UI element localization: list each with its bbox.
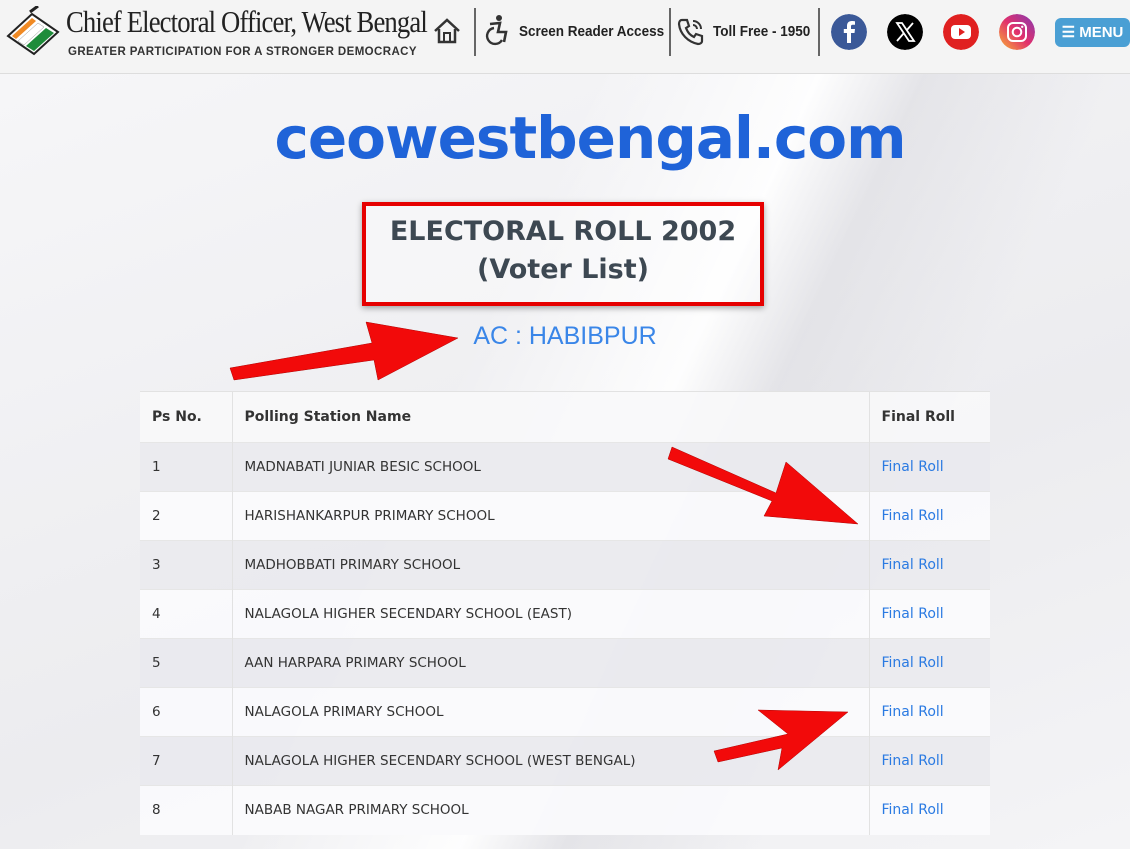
ps-no-cell: 3: [140, 540, 233, 590]
final-roll-link[interactable]: Final Roll: [882, 557, 944, 573]
facebook-icon[interactable]: [831, 14, 867, 50]
table-row: 6 NALAGOLA PRIMARY SCHOOL Final Roll: [140, 687, 990, 737]
toll-free-link[interactable]: Toll Free - 1950: [713, 23, 810, 40]
screen-reader-link[interactable]: Screen Reader Access: [519, 23, 664, 40]
brand-tagline: GREATER PARTICIPATION FOR A STRONGER DEM…: [68, 46, 417, 58]
table-row: 8 NABAB NAGAR PRIMARY SCHOOL Final Roll: [140, 785, 990, 835]
station-name-cell: MADHOBBATI PRIMARY SCHOOL: [232, 540, 870, 590]
ps-no-cell: 6: [140, 687, 233, 737]
final-roll-cell: Final Roll: [869, 442, 990, 492]
station-name-cell: NALAGOLA HIGHER SECENDARY SCHOOL (EAST): [232, 589, 870, 639]
table-row: 5 AAN HARPARA PRIMARY SCHOOL Final Roll: [140, 638, 990, 688]
final-roll-cell: Final Roll: [869, 687, 990, 737]
final-roll-link[interactable]: Final Roll: [882, 606, 944, 622]
page-title: ELECTORAL ROLL 2002: [389, 216, 737, 247]
header-divider: [669, 8, 671, 56]
table-row: 4 NALAGOLA HIGHER SECENDARY SCHOOL (EAST…: [140, 589, 990, 639]
final-roll-link[interactable]: Final Roll: [882, 459, 944, 475]
youtube-icon[interactable]: [943, 14, 979, 50]
ps-no-cell: 8: [140, 785, 233, 835]
table-row: 1 MADNABATI JUNIAR BESIC SCHOOL Final Ro…: [140, 442, 990, 492]
final-roll-cell: Final Roll: [869, 589, 990, 639]
header-divider: [818, 8, 820, 56]
ps-no-cell: 4: [140, 589, 233, 639]
final-roll-link[interactable]: Final Roll: [882, 655, 944, 671]
ballot-logo-icon[interactable]: [2, 6, 62, 56]
final-roll-link[interactable]: Final Roll: [882, 753, 944, 769]
final-roll-cell: Final Roll: [869, 736, 990, 786]
page-title-box: ELECTORAL ROLL 2002 (Voter List): [362, 202, 764, 306]
station-name-cell: NALAGOLA HIGHER SECENDARY SCHOOL (WEST B…: [232, 736, 870, 786]
col-header-final-roll: Final Roll: [869, 391, 990, 443]
ps-no-cell: 5: [140, 638, 233, 688]
col-header-station-name: Polling Station Name: [232, 391, 870, 443]
col-header-ps-no: Ps No.: [140, 391, 233, 443]
station-name-cell: NALAGOLA PRIMARY SCHOOL: [232, 687, 870, 737]
station-name-cell: NABAB NAGAR PRIMARY SCHOOL: [232, 785, 870, 835]
final-roll-link[interactable]: Final Roll: [882, 704, 944, 720]
table-row: 2 HARISHANKARPUR PRIMARY SCHOOL Final Ro…: [140, 491, 990, 541]
final-roll-link[interactable]: Final Roll: [882, 802, 944, 818]
page-subtitle: (Voter List): [476, 254, 650, 285]
table-row: 3 MADHOBBATI PRIMARY SCHOOL Final Roll: [140, 540, 990, 590]
ps-no-cell: 7: [140, 736, 233, 786]
assembly-constituency-label: AC : HABIBPUR: [473, 322, 657, 350]
home-icon[interactable]: [432, 16, 462, 46]
site-name-watermark: ceowestbengal.com: [274, 104, 906, 172]
final-roll-cell: Final Roll: [869, 785, 990, 835]
polling-station-table: Ps No. Polling Station Name Final Roll 1…: [140, 391, 990, 835]
header-divider: [474, 8, 476, 56]
ps-no-cell: 1: [140, 442, 233, 492]
station-name-cell: MADNABATI JUNIAR BESIC SCHOOL: [232, 442, 870, 492]
x-icon[interactable]: [887, 14, 923, 50]
station-name-cell: HARISHANKARPUR PRIMARY SCHOOL: [232, 491, 870, 541]
menu-button[interactable]: ☰ MENU: [1055, 18, 1130, 47]
phone-icon[interactable]: [676, 16, 706, 46]
ps-no-cell: 2: [140, 491, 233, 541]
instagram-icon[interactable]: [999, 14, 1035, 50]
accessibility-icon[interactable]: [482, 14, 512, 46]
table-header-row: Ps No. Polling Station Name Final Roll: [140, 391, 990, 443]
final-roll-cell: Final Roll: [869, 491, 990, 541]
site-header: Chief Electoral Officer, West Bengal GRE…: [0, 0, 1130, 74]
final-roll-cell: Final Roll: [869, 638, 990, 688]
final-roll-cell: Final Roll: [869, 540, 990, 590]
station-name-cell: AAN HARPARA PRIMARY SCHOOL: [232, 638, 870, 688]
table-row: 7 NALAGOLA HIGHER SECENDARY SCHOOL (WEST…: [140, 736, 990, 786]
final-roll-link[interactable]: Final Roll: [882, 508, 944, 524]
brand-title[interactable]: Chief Electoral Officer, West Bengal: [66, 4, 428, 40]
